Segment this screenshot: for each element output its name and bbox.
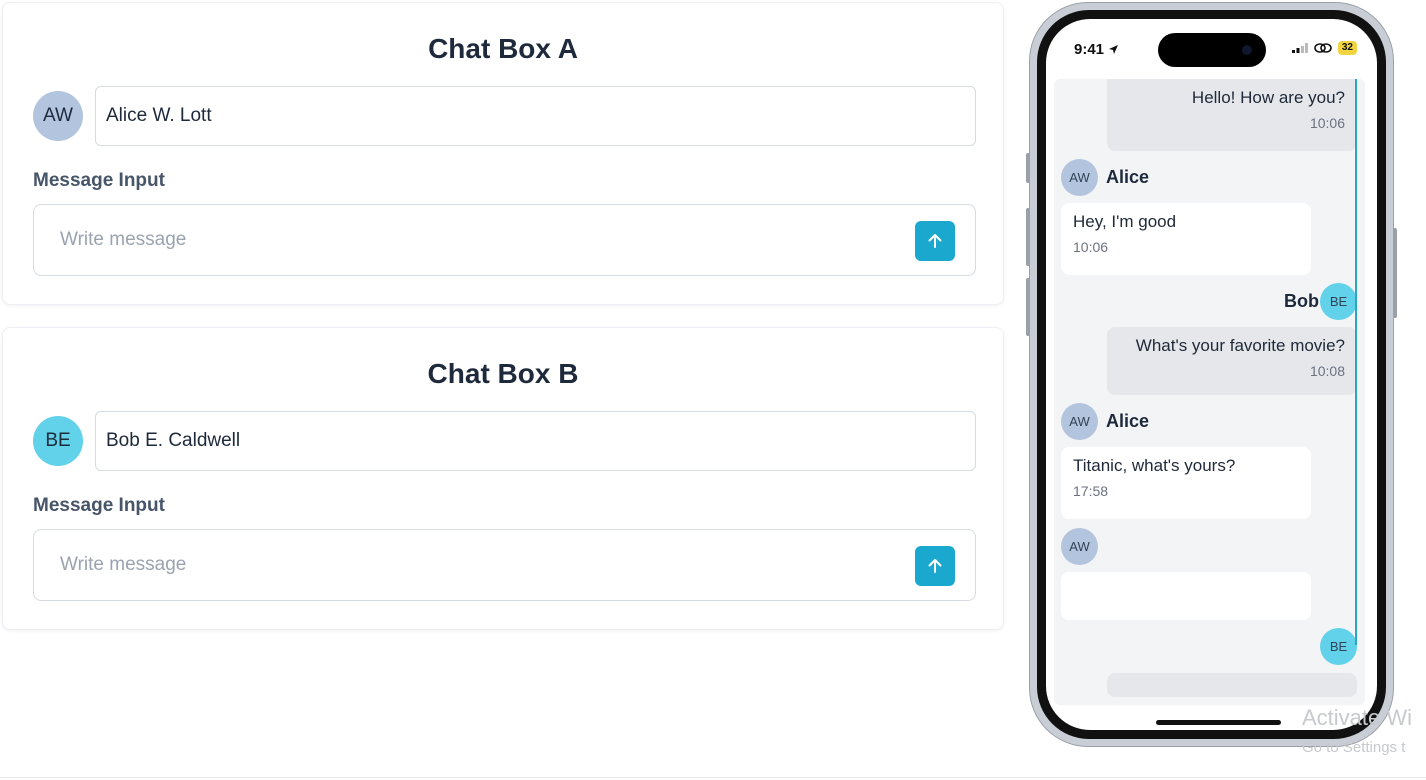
phone-side-button — [1393, 228, 1397, 318]
phone-bezel: 9:41 32 Hello! How are you? 10:06 AW Ali… — [1037, 10, 1386, 739]
scrollbar[interactable] — [1355, 79, 1357, 645]
avatar-alice: AW — [33, 91, 83, 141]
avatar-initials: BE — [1329, 294, 1348, 309]
avatar-bob: BE — [1320, 283, 1357, 320]
status-time-text: 9:41 — [1074, 41, 1105, 58]
phone-screen: 9:41 32 Hello! How are you? 10:06 AW Ali… — [1046, 19, 1377, 730]
avatar-bob: BE — [1320, 628, 1357, 665]
location-arrow-icon — [1109, 45, 1119, 54]
chat-box-a-title: Chat Box A — [428, 33, 578, 64]
chat-thread: Hello! How are you? 10:06 AW Alice Hey, … — [1054, 79, 1365, 705]
message-time: 10:06 — [1073, 239, 1109, 255]
message-bubble: Hello! How are you? 10:06 — [1107, 79, 1357, 151]
activate-windows-subtext: Go to Settings t — [1302, 739, 1406, 756]
phone-side-button — [1026, 153, 1030, 183]
message-bubble: What's your favorite movie? 10:08 — [1107, 327, 1357, 395]
battery-icon: 32 — [1337, 41, 1357, 55]
message-time: 10:08 — [1309, 363, 1345, 379]
message-bubble-typing — [1061, 572, 1311, 620]
status-time: 9:41 — [1074, 41, 1119, 58]
avatar-initials: AW — [1069, 539, 1090, 554]
message-text: What's your favorite movie? — [1135, 336, 1345, 355]
send-button-b[interactable] — [915, 546, 955, 586]
sender-name: Alice — [1106, 411, 1150, 431]
avatar-alice-initials: AW — [43, 105, 73, 126]
message-text: Hello! How are you? — [1191, 88, 1345, 107]
status-icons: 32 — [1291, 41, 1357, 55]
sender-name: Alice — [1106, 167, 1150, 187]
name-input-b[interactable] — [95, 411, 976, 471]
message-input-a[interactable] — [60, 225, 880, 255]
message-input-label-b: Message Input — [33, 495, 165, 516]
signal-icon — [1291, 43, 1308, 53]
chat-box-b: Chat Box B BE Message Input — [2, 327, 1004, 630]
chat-box-b-title: Chat Box B — [427, 358, 579, 389]
activate-windows-watermark: Activate Wi — [1302, 705, 1413, 730]
avatar-initials: BE — [1329, 639, 1348, 654]
message-bubble: Hey, I'm good 10:06 — [1061, 203, 1311, 275]
message-time: 10:06 — [1309, 115, 1345, 131]
message-box-a — [33, 204, 976, 276]
message-time: 17:58 — [1073, 483, 1109, 499]
avatar-alice: AW — [1061, 403, 1098, 440]
message-text: Hey, I'm good — [1073, 212, 1177, 231]
divider — [0, 777, 1426, 778]
dynamic-island — [1158, 33, 1266, 67]
avatar-initials: AW — [1069, 414, 1090, 429]
home-indicator — [1156, 720, 1281, 725]
message-text: Titanic, what's yours? — [1073, 456, 1236, 475]
message-input-label-a: Message Input — [33, 170, 165, 191]
avatar-alice: AW — [1061, 528, 1098, 565]
phone-side-button — [1026, 278, 1030, 336]
sender-name: Bob — [1284, 291, 1319, 311]
phone-preview: 9:41 32 Hello! How are you? 10:06 AW Ali… — [1026, 3, 1397, 746]
phone-side-button — [1026, 208, 1030, 266]
message-box-b — [33, 529, 976, 601]
avatar-bob: BE — [33, 416, 83, 466]
name-input-a[interactable] — [95, 86, 976, 146]
link-icon — [1314, 43, 1332, 53]
avatar-alice: AW — [1061, 159, 1098, 196]
send-button-a[interactable] — [915, 221, 955, 261]
avatar-bob-initials: BE — [45, 430, 71, 451]
avatar-initials: AW — [1069, 170, 1090, 185]
arrow-up-icon — [928, 234, 942, 248]
message-input-b[interactable] — [60, 550, 880, 580]
arrow-up-icon — [928, 559, 942, 573]
message-bubble: Titanic, what's yours? 17:58 — [1061, 447, 1311, 519]
message-bubble-typing — [1107, 673, 1357, 697]
chat-box-a: Chat Box A AW Message Input — [2, 2, 1004, 305]
